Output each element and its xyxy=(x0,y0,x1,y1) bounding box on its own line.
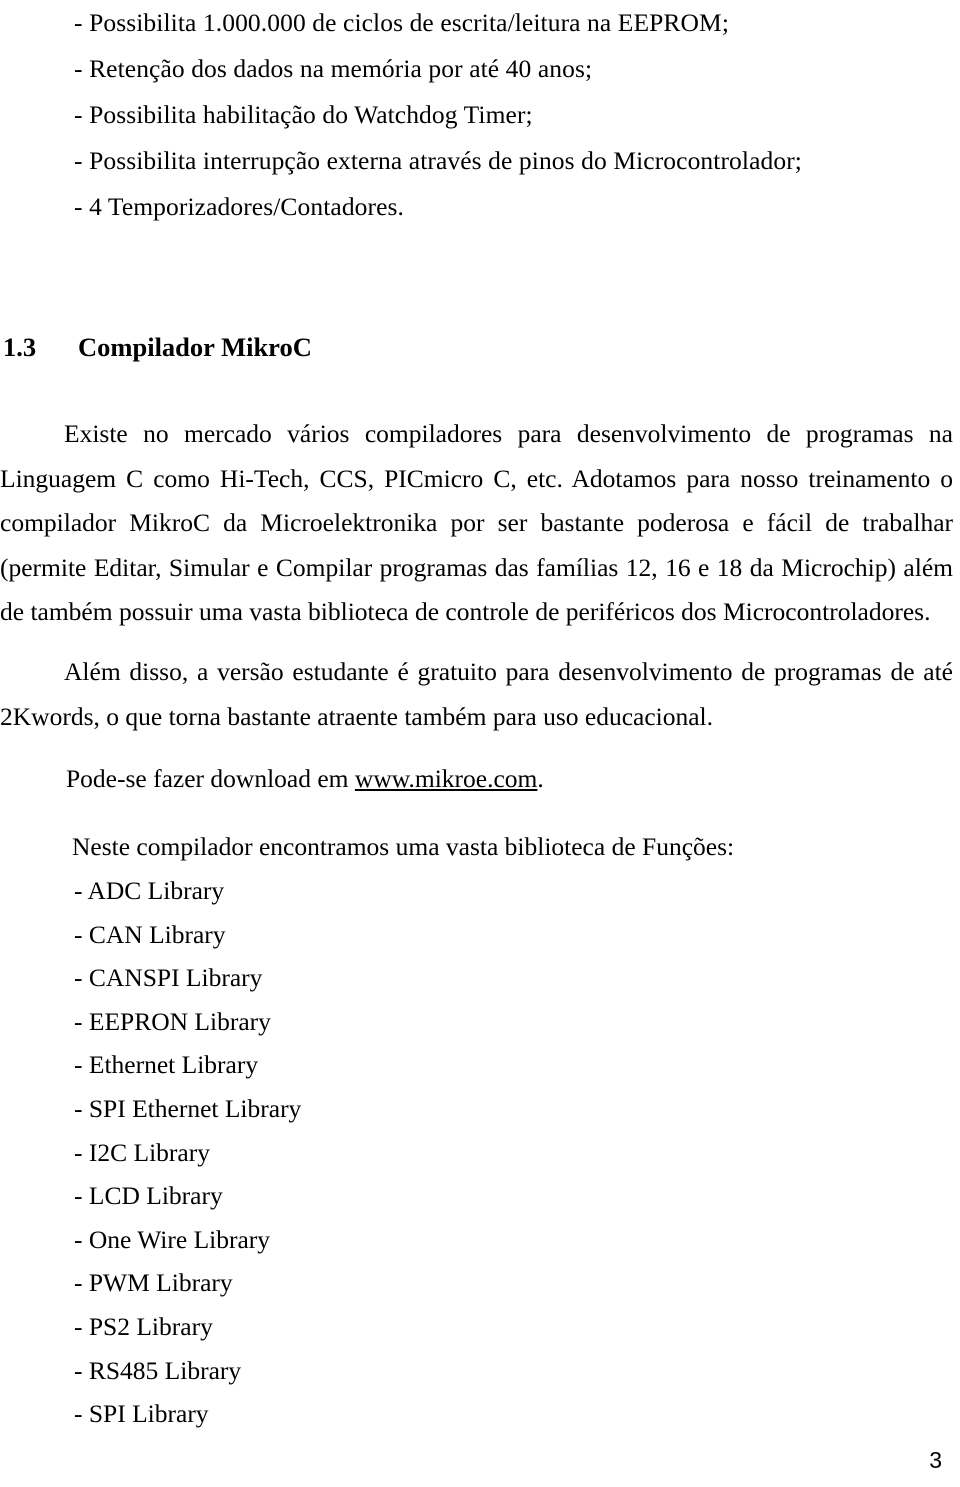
list-item: - Possibilita 1.000.000 de ciclos de esc… xyxy=(74,8,730,37)
list-item: - 4 Temporizadores/Contadores. xyxy=(74,192,405,221)
section-heading: 1.3 Compilador MikroC xyxy=(3,330,903,364)
page-number: 3 xyxy=(929,1447,942,1473)
libraries-intro-line: Neste compilador encontramos uma vasta b… xyxy=(72,832,735,861)
list-item: - One Wire Library xyxy=(74,1224,271,1254)
list-item: - RS485 Library xyxy=(74,1355,242,1385)
download-prefix-text: Pode-se fazer download em xyxy=(66,764,355,793)
list-item: - I2C Library xyxy=(74,1137,210,1167)
list-item: - Ethernet Library xyxy=(74,1050,259,1080)
list-item: - ADC Library xyxy=(74,876,225,905)
list-item: - CAN Library xyxy=(74,919,226,949)
document-page: - Possibilita 1.000.000 de ciclos de esc… xyxy=(0,0,960,1487)
list-item: - Possibilita habilitação do Watchdog Ti… xyxy=(74,100,533,129)
list-item: - Retenção dos dados na memória por até … xyxy=(74,54,593,83)
feature-list: - Possibilita 1.000.000 de ciclos de esc… xyxy=(74,0,934,230)
list-item: - CANSPI Library xyxy=(74,963,263,993)
list-item: - SPI Library xyxy=(74,1399,209,1429)
section-title: Compilador MikroC xyxy=(78,332,312,362)
section-number: 1.3 xyxy=(3,332,37,362)
paragraph-student-version: Além disso, a versão estudante é gratuit… xyxy=(0,657,953,731)
list-item: - PS2 Library xyxy=(74,1311,213,1341)
download-suffix-text: . xyxy=(537,764,544,793)
library-list: - ADC Library - CAN Library - CANSPI Lib… xyxy=(74,869,574,1436)
list-item: - Possibilita interrupção externa atravé… xyxy=(74,146,802,175)
list-item: - LCD Library xyxy=(74,1181,223,1211)
paragraph-intro: Existe no mercado vários compiladores pa… xyxy=(0,419,953,626)
download-line: Pode-se fazer download em www.mikroe.com… xyxy=(66,757,544,801)
list-item: - EEPRON Library xyxy=(74,1006,271,1036)
mikroe-website-link[interactable]: www.mikroe.com xyxy=(355,764,537,793)
list-item: - PWM Library xyxy=(74,1268,233,1298)
list-item: - SPI Ethernet Library xyxy=(74,1093,302,1123)
